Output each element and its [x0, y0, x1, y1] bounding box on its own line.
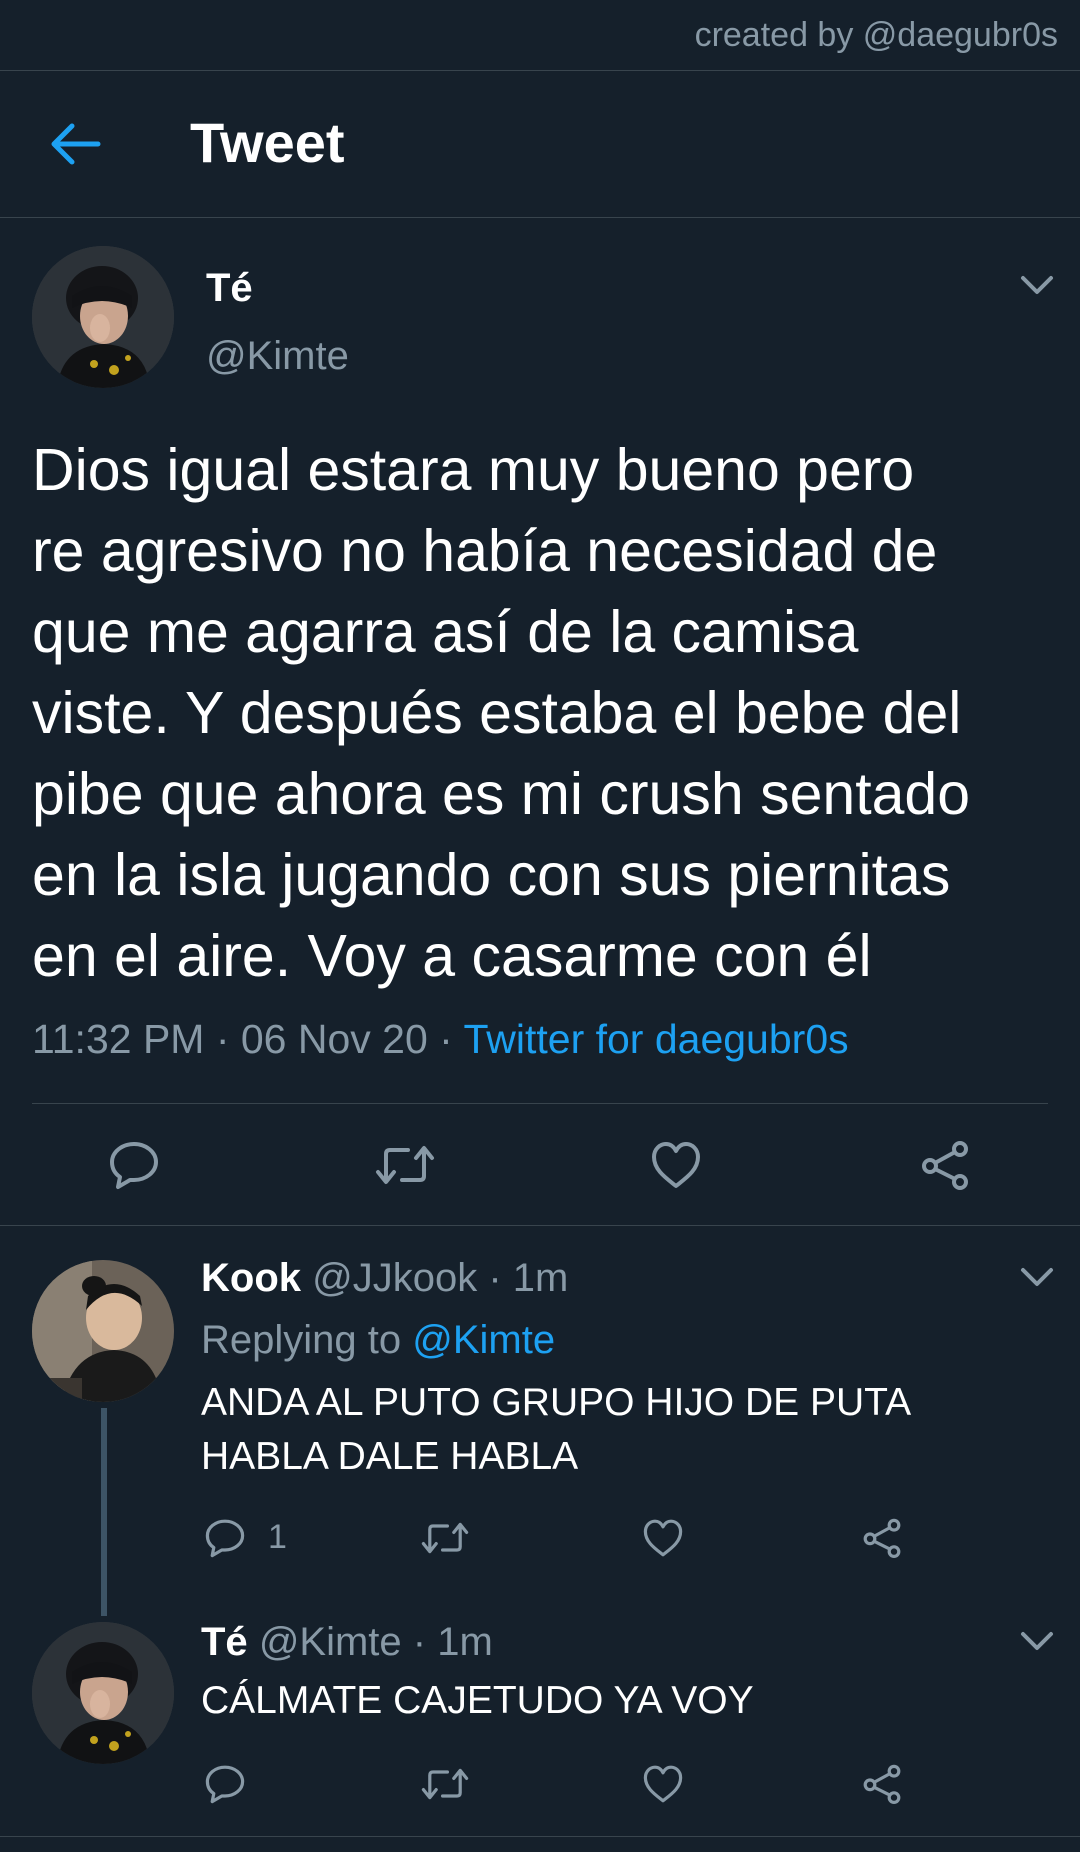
reply-count: 1: [268, 1518, 287, 1556]
chevron-down-icon[interactable]: [1020, 1266, 1054, 1288]
like-icon: [643, 1519, 683, 1557]
retweet-icon: [421, 1768, 469, 1800]
share-button[interactable]: [918, 1140, 972, 1190]
avatar[interactable]: [32, 246, 174, 388]
retweet-button[interactable]: [420, 1764, 470, 1804]
chevron-down-icon[interactable]: [1020, 1630, 1054, 1652]
divider: [0, 1836, 1080, 1837]
reply-icon: [205, 1765, 245, 1804]
tweet-timestamp: 11:32 PM · 06 Nov 20 ·: [32, 1016, 464, 1062]
replying-to-line: Replying to @Kimte: [201, 1318, 555, 1363]
reply-button[interactable]: [204, 1518, 246, 1558]
divider: [32, 1103, 1048, 1104]
tweet-source-link[interactable]: Twitter for daegubr0s: [463, 1016, 848, 1062]
like-icon: [652, 1142, 700, 1188]
reply-author-line: Té @Kimte · 1m: [201, 1620, 493, 1665]
divider: [0, 1225, 1080, 1226]
tweet-meta: 11:32 PM · 06 Nov 20 · Twitter for daegu…: [32, 1016, 849, 1063]
reply-author-name[interactable]: Té: [201, 1620, 248, 1664]
like-button[interactable]: [642, 1518, 684, 1558]
thread-line: [101, 1408, 107, 1616]
avatar[interactable]: [32, 1622, 174, 1764]
reply-text: ANDA AL PUTO GRUPO HIJO DE PUTA HABLA DA…: [201, 1381, 912, 1478]
reply-author-handle[interactable]: @JJkook: [312, 1256, 477, 1300]
reply-icon: [205, 1519, 245, 1558]
reply-timestamp: · 1m: [488, 1256, 569, 1300]
back-arrow-icon[interactable]: [46, 122, 102, 166]
replying-to-label: Replying to: [201, 1318, 413, 1362]
author-handle[interactable]: @Kimte: [206, 334, 349, 379]
credit-text: created by @daegubr0s: [694, 16, 1058, 54]
reply-text: CÁLMATE CAJETUDO YA VOY: [201, 1679, 754, 1722]
replying-to-mention[interactable]: @Kimte: [412, 1318, 555, 1362]
like-button[interactable]: [650, 1140, 702, 1190]
retweet-icon: [376, 1146, 434, 1184]
page-title: Tweet: [190, 111, 345, 174]
share-icon: [922, 1141, 968, 1190]
chevron-down-icon[interactable]: [1020, 274, 1054, 296]
reply-author-handle[interactable]: @Kimte: [259, 1620, 402, 1664]
share-button[interactable]: [860, 1518, 904, 1558]
top-bar: Tweet: [0, 70, 1080, 218]
reply-author-name[interactable]: Kook: [201, 1256, 301, 1300]
tweet-text: Dios igual estara muy bueno pero re agre…: [32, 437, 971, 989]
reply-timestamp: · 1m: [412, 1620, 493, 1664]
avatar[interactable]: [32, 1260, 174, 1402]
retweet-button[interactable]: [374, 1140, 436, 1190]
reply-icon: [110, 1142, 158, 1189]
credit-bar: created by @daegubr0s: [0, 0, 1080, 71]
like-button[interactable]: [642, 1764, 684, 1804]
retweet-icon: [421, 1522, 469, 1554]
reply-button[interactable]: [204, 1764, 246, 1804]
reply-author-line: Kook @JJkook · 1m: [201, 1256, 568, 1301]
retweet-button[interactable]: [420, 1518, 470, 1558]
share-icon: [863, 1518, 901, 1558]
share-icon: [863, 1764, 901, 1804]
author-name[interactable]: Té: [206, 266, 253, 311]
reply-button[interactable]: [108, 1140, 160, 1190]
share-button[interactable]: [860, 1764, 904, 1804]
like-icon: [643, 1765, 683, 1803]
